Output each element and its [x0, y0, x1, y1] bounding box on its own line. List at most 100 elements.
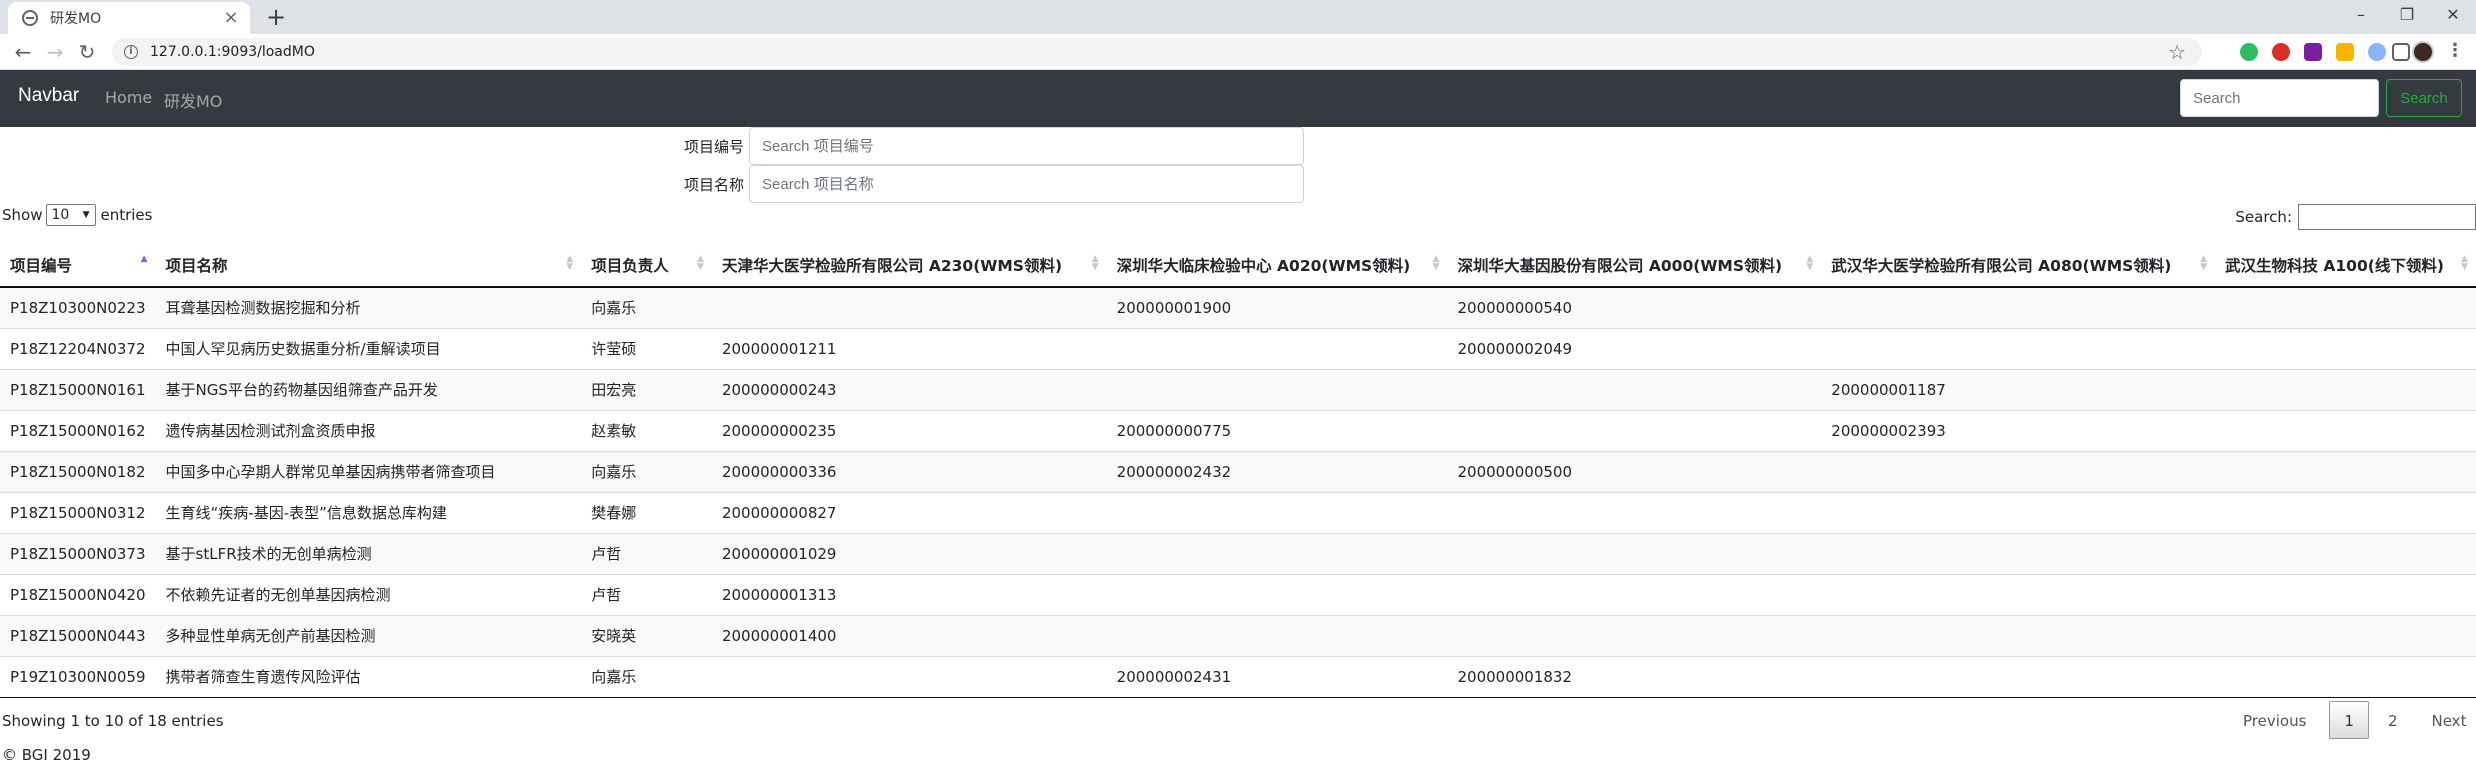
table-cell	[1447, 409, 1822, 451]
table-cell: 樊春娜	[581, 491, 712, 533]
nav-link-home[interactable]: Home	[105, 88, 152, 107]
table-info: Showing 1 to 10 of 18 entries	[2, 712, 224, 730]
project-name-filter-input[interactable]	[749, 165, 1304, 203]
adblock-extension-icon[interactable]	[2272, 43, 2290, 61]
table-row[interactable]: P18Z15000N0420 不依赖先证者的无创单基因病检测 卢哲 200000001…	[0, 573, 2476, 615]
close-tab-icon[interactable]: ×	[222, 9, 240, 27]
navbar-brand[interactable]: Navbar	[18, 85, 79, 107]
forward-icon[interactable]: →	[42, 39, 68, 65]
table-cell: 200000001832	[1447, 655, 1822, 698]
column-header[interactable]: 深圳华大临床检验中心 A020(WMS领料) ▲ ▼	[1106, 243, 1448, 288]
table-cell: 200000000336	[711, 450, 1107, 492]
table-cell	[1821, 655, 2215, 698]
extension-icon[interactable]	[2304, 43, 2322, 61]
sort-icon: ▲ ▼	[2200, 254, 2207, 272]
column-header[interactable]: 武汉华大医学检验所有限公司 A080(WMS领料) ▲ ▼	[1821, 243, 2215, 288]
table-header-row: 项目编号 ▲ ▼ 项目名称 ▲ ▼ 项目负责人 ▲ ▼ 天津华大医学检验所有限公司 A230(WM…	[0, 243, 2476, 288]
table-cell	[2215, 409, 2476, 451]
maximize-button[interactable]: ❐	[2384, 2, 2430, 30]
table-cell: 200000000775	[1106, 409, 1448, 451]
page-length-value: 10	[51, 207, 70, 223]
table-row[interactable]: P18Z10300N0223 耳聋基因检测数据挖掘和分析 向嘉乐 2000000019…	[0, 287, 2476, 328]
column-header-label: 武汉生物科技 A100(线下领料)	[2225, 256, 2444, 275]
table-cell: 许莹硕	[581, 327, 712, 369]
table-cell	[1106, 327, 1448, 369]
table-cell: 基于NGS平台的药物基因组筛查产品开发	[155, 368, 582, 410]
table-cell	[1447, 491, 1822, 533]
column-header-label: 项目名称	[165, 256, 228, 275]
sort-icon: ▲ ▼	[2461, 254, 2468, 272]
reload-icon[interactable]: ↻	[74, 39, 100, 65]
extension-icon[interactable]	[2368, 43, 2386, 61]
table-search-input[interactable]	[2298, 204, 2476, 230]
table-cell	[2215, 614, 2476, 656]
column-header[interactable]: 项目负责人 ▲ ▼	[581, 243, 712, 288]
table-cell	[2215, 368, 2476, 410]
column-header[interactable]: 武汉生物科技 A100(线下领料) ▲ ▼	[2215, 243, 2476, 288]
extension-icon[interactable]	[2336, 43, 2354, 61]
column-header-label: 项目编号	[10, 256, 73, 275]
table-row[interactable]: P18Z15000N0162 遗传病基因检测试剂盒资质申报 赵素敏 200000000…	[0, 409, 2476, 451]
table-cell: 田宏亮	[581, 368, 712, 410]
table-cell: 向嘉乐	[581, 287, 712, 328]
table-cell	[1821, 327, 2215, 369]
entries-label: entries	[100, 206, 153, 224]
address-bar[interactable]: i 127.0.0.1:9093/loadMO ☆	[112, 38, 2202, 66]
bookmark-star-icon[interactable]: ☆	[2168, 40, 2186, 64]
page-length-control: Show 10 ▼ entries	[2, 204, 152, 226]
sort-icon: ▲ ▼	[697, 254, 704, 272]
table-cell: 200000000827	[711, 491, 1107, 533]
browser-tab[interactable]: 研发MO ×	[8, 2, 250, 34]
table-cell: 赵素敏	[581, 409, 712, 451]
table-cell: 基于stLFR技术的无创单病检测	[155, 532, 582, 574]
minimize-button[interactable]: –	[2338, 2, 2384, 30]
table-cell: 200000001029	[711, 532, 1107, 574]
table-cell	[2215, 450, 2476, 492]
table-cell	[1821, 287, 2215, 328]
column-header-label: 武汉华大医学检验所有限公司 A080(WMS领料)	[1831, 256, 2172, 275]
page-button-2[interactable]: 2	[2373, 701, 2413, 739]
info-icon[interactable]: i	[124, 45, 138, 59]
table-row[interactable]: P18Z15000N0182 中国多中心孕期人群常见单基因病携带者筛查项目 向嘉乐 2…	[0, 450, 2476, 492]
table-cell: 200000000243	[711, 368, 1107, 410]
column-header[interactable]: 天津华大医学检验所有限公司 A230(WMS领料) ▲ ▼	[711, 243, 1107, 288]
table-cell: 安晓英	[581, 614, 712, 656]
navbar-search-input[interactable]	[2180, 79, 2379, 117]
table-cell	[1106, 573, 1448, 615]
new-tab-button[interactable]: +	[262, 4, 290, 32]
extension-icon[interactable]	[2392, 43, 2410, 61]
table-row[interactable]: P18Z15000N0443 多种显性单病无创产前基因检测 安晓英 200000001…	[0, 614, 2476, 656]
table-cell	[1106, 368, 1448, 410]
column-header-label: 深圳华大基因股份有限公司 A000(WMS领料)	[1457, 256, 1783, 275]
table-cell	[2215, 327, 2476, 369]
project-id-filter-input[interactable]	[749, 127, 1304, 165]
back-icon[interactable]: ←	[10, 39, 36, 65]
column-header[interactable]: 项目名称 ▲ ▼	[155, 243, 582, 288]
table-cell: 200000001313	[711, 573, 1107, 615]
page-button-1[interactable]: 1	[2329, 701, 2369, 739]
table-cell: 200000001400	[711, 614, 1107, 656]
table-row[interactable]: P18Z12204N0372 中国人罕见病历史数据重分析/重解读项目 许莹硕 2000…	[0, 327, 2476, 369]
evernote-extension-icon[interactable]	[2240, 43, 2258, 61]
navbar-search-button[interactable]: Search	[2386, 79, 2462, 117]
profile-avatar[interactable]	[2412, 41, 2434, 63]
table-cell: 中国多中心孕期人群常见单基因病携带者筛查项目	[155, 450, 582, 492]
table-row[interactable]: P19Z10300N0059 携带者筛查生育遗传风险评估 向嘉乐 2000000024…	[0, 655, 2476, 698]
table-row[interactable]: P18Z15000N0161 基于NGS平台的药物基因组筛查产品开发 田宏亮 2000…	[0, 368, 2476, 410]
browser-menu-icon[interactable]: ⋮	[2446, 40, 2464, 61]
previous-page-button[interactable]: Previous	[2228, 701, 2321, 739]
project-id-filter-label: 项目编号	[684, 138, 745, 156]
nav-link-mo[interactable]: 研发MO	[164, 88, 222, 112]
column-header[interactable]: 深圳华大基因股份有限公司 A000(WMS领料) ▲ ▼	[1447, 243, 1822, 288]
column-header[interactable]: 项目编号 ▲ ▼	[0, 243, 156, 288]
close-window-button[interactable]: ✕	[2430, 2, 2476, 30]
table-cell: P18Z15000N0161	[0, 368, 156, 410]
table-row[interactable]: P18Z15000N0312 生育线“疾病-基因-表型”信息数据总库构建 樊春娜 20…	[0, 491, 2476, 533]
table-cell: P18Z15000N0182	[0, 450, 156, 492]
table-row[interactable]: P18Z15000N0373 基于stLFR技术的无创单病检测 卢哲 20000000…	[0, 532, 2476, 574]
mo-table: 项目编号 ▲ ▼ 项目名称 ▲ ▼ 项目负责人 ▲ ▼ 天津华大医学检验所有限公司 A230(WM…	[0, 243, 2476, 698]
next-page-button[interactable]: Next	[2417, 701, 2476, 739]
table-cell: 遗传病基因检测试剂盒资质申报	[155, 409, 582, 451]
page-length-select[interactable]: 10 ▼	[46, 204, 97, 226]
table-cell	[1447, 532, 1822, 574]
